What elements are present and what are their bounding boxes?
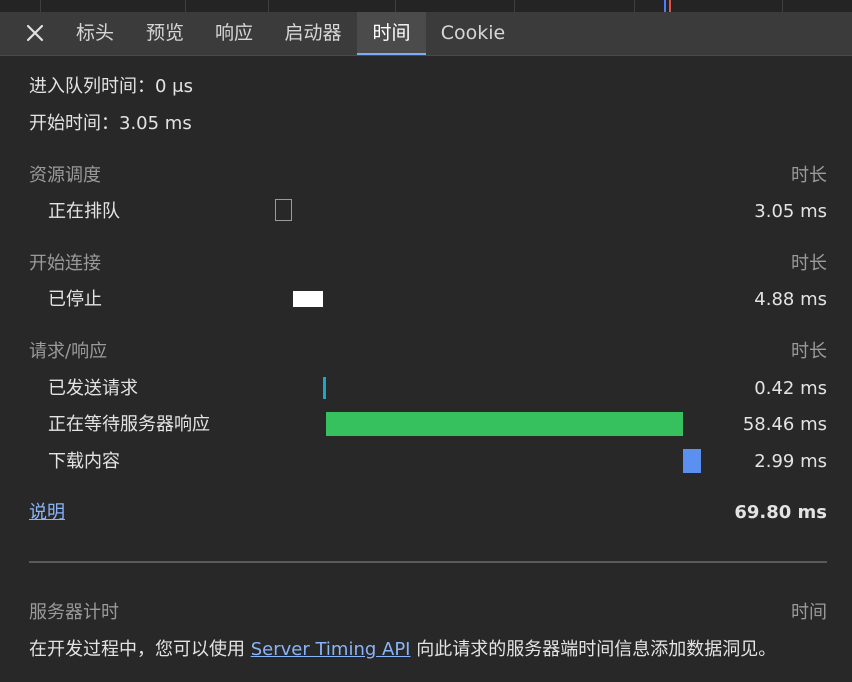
tab-headers[interactable]: 标头 [64,12,126,55]
queued-at-text: 进入队列时间：0 μs [29,76,194,97]
waterfall-gridline [268,0,269,12]
duration-header: 时长 [791,341,827,362]
divider [29,561,827,563]
close-icon[interactable] [20,21,50,47]
server-timing-api-link[interactable]: Server Timing API [251,639,411,660]
tab-bar: 标头 预览 响应 启动器 时间 Cookie [0,12,852,56]
waterfall-gridline [782,0,783,12]
tab-initiator[interactable]: 启动器 [272,12,354,55]
description-text: 在开发过程中，您可以使用 [29,639,251,660]
server-timing-title: 服务器计时 [29,602,119,623]
timing-row-label: 下载内容 [48,451,120,472]
tab-cookies[interactable]: Cookie [432,12,514,55]
waterfall-gridline [40,0,41,12]
timing-bar-content-download [683,449,701,473]
duration-header: 时长 [791,165,827,186]
section-title-connection: 开始连接 [29,253,101,274]
waterfall-gridline [634,0,635,12]
timing-bar-queueing [275,199,292,221]
waterfall-gridline [185,0,186,12]
waterfall-marker [669,0,671,12]
server-timing-description: 在开发过程中，您可以使用 Server Timing API 向此请求的服务器端… [29,639,776,661]
waterfall-marker [664,0,666,12]
timing-bar-stalled [293,291,323,307]
description-text: 向此请求的服务器端时间信息添加数据洞见。 [410,639,777,660]
tab-response[interactable]: 响应 [203,12,265,55]
timing-row-value: 2.99 ms [754,451,827,472]
waterfall-gridline [395,0,396,12]
started-at-text: 开始时间：3.05 ms [29,113,192,134]
tab-preview[interactable]: 预览 [134,12,196,55]
timing-bar-request-sent [323,377,326,399]
duration-header: 时长 [791,253,827,274]
section-title-request-response: 请求/响应 [29,341,108,362]
timing-row-label: 正在等待服务器响应 [48,414,210,435]
time-header: 时间 [791,602,827,623]
timing-row-value: 0.42 ms [754,378,827,399]
total-duration: 69.80 ms [734,502,827,523]
timing-row-value: 3.05 ms [754,201,827,222]
timing-row-value: 4.88 ms [754,289,827,310]
timing-row-label: 已发送请求 [48,378,138,399]
timing-bar-waiting [326,412,683,436]
tab-timing[interactable]: 时间 [357,12,426,55]
explanation-link[interactable]: 说明 [29,502,65,524]
timing-row-label: 正在排队 [48,201,120,222]
waterfall-gridline [514,0,515,12]
section-title-scheduling: 资源调度 [29,165,101,186]
timing-row-label: 已停止 [48,289,102,310]
timing-row-value: 58.46 ms [742,414,827,435]
